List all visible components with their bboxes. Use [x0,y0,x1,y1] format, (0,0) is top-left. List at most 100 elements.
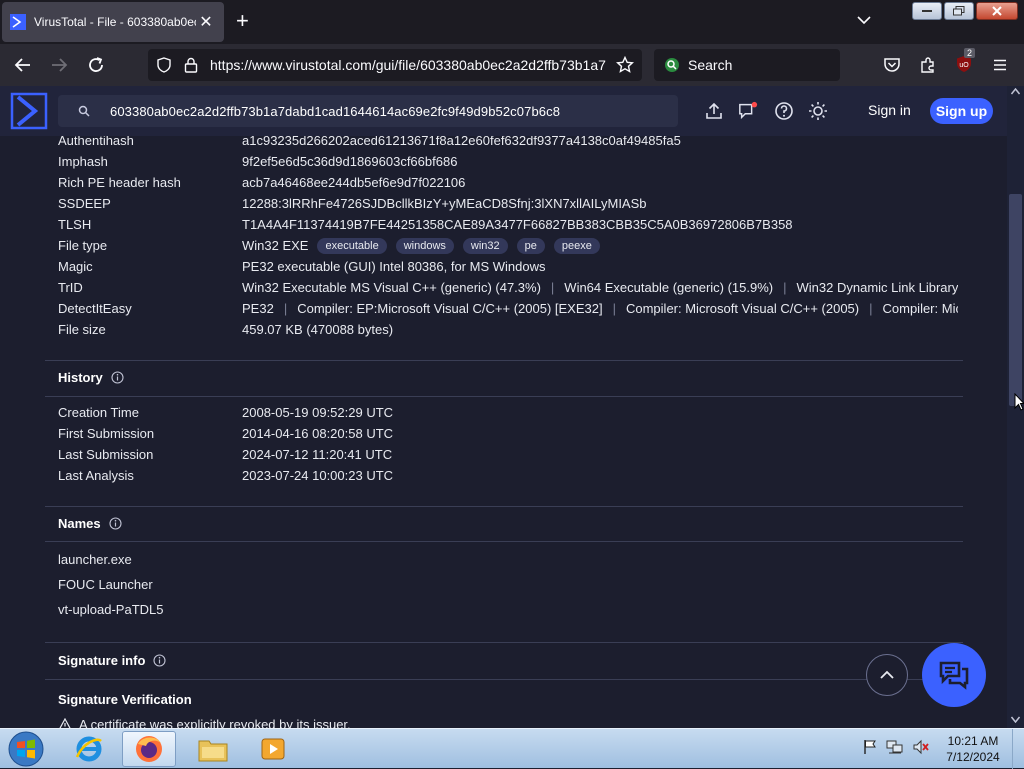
section-divider [45,360,963,361]
scroll-up-arrow-icon[interactable] [1011,88,1020,95]
taskbar-media-player[interactable] [246,731,300,767]
file-type-tag[interactable]: pe [516,237,545,254]
upload-icon[interactable] [704,101,724,121]
close-icon [992,6,1002,16]
history-row-last-submission: Last Submission 2024-07-12 11:20:41 UTC [58,444,958,465]
detail-key: File size [58,322,106,337]
names-title: Names [58,516,101,531]
scroll-to-top-button[interactable] [866,654,908,696]
site-info-shield-icon[interactable] [156,57,172,73]
action-center-flag-icon[interactable] [862,739,878,755]
minimize-button[interactable] [912,2,942,20]
die-value: Compiler: EP:Microsoft Visual C/C++ (200… [297,301,603,316]
bookmark-star-icon[interactable] [616,56,634,74]
restore-button[interactable] [944,2,974,20]
file-type-value: Win32 EXE [242,238,309,253]
reload-icon[interactable] [87,56,105,74]
name-item: vt-upload-PaTDL5 [58,602,164,617]
system-tray [862,739,930,755]
detail-row-trid: TrID Win32 Executable MS Visual C++ (gen… [58,277,958,298]
show-desktop-button[interactable] [1012,729,1024,769]
separator: | [550,280,555,295]
windows-start-icon[interactable] [6,731,46,767]
section-divider [45,541,963,542]
browser-tab-virustotal[interactable]: VirusTotal - File - 603380ab0ec2a ✕ [2,2,224,42]
trid-value: Win32 Executable MS Visual C++ (generic)… [242,280,541,295]
taskbar-clock[interactable]: 10:21 AM 7/12/2024 [940,733,1006,765]
detail-value: Win32 EXE executable windows win32 pe pe… [242,237,600,254]
section-divider [45,506,963,507]
url-bar[interactable]: https://www.virustotal.com/gui/file/6033… [148,49,642,81]
detail-key: SSDEEP [58,196,111,211]
die-value: Compiler: Microsoft Visual C/C++ (2005) [625,301,860,316]
detail-value: PE32 executable (GUI) Intel 80386, for M… [242,259,546,274]
chevron-up-icon [880,670,894,679]
lock-icon[interactable] [184,57,198,73]
names-section-title: Names [58,516,122,531]
search-icon [78,105,90,117]
scroll-down-arrow-icon[interactable] [1011,716,1020,723]
hamburger-menu-icon[interactable] [991,56,1009,74]
detail-value: a1c93235d266202aced61213671f8a12e60fef63… [242,136,681,148]
pocket-icon[interactable] [883,56,901,74]
extensions-puzzle-icon[interactable] [919,56,937,74]
chat-notification-icon[interactable] [738,101,758,121]
virustotal-logo-icon[interactable] [10,92,48,130]
chevron-down-icon[interactable] [856,12,872,28]
forward-icon[interactable] [50,56,68,74]
name-item: FOUC Launcher [58,577,153,592]
taskbar-firefox[interactable] [122,731,176,767]
trid-value: Win32 Dynamic Link Library… [796,280,958,295]
chat-bubbles-icon [939,661,969,690]
file-type-tag[interactable]: windows [395,237,454,254]
detail-value: 12288:3lRRhFe4726SJDBcllkBIzY+yMEaCD8Sfn… [242,196,647,211]
detail-value: T1A4A4F11374419B7FE44251358CAE89A3477F66… [242,217,793,232]
taskbar-internet-explorer[interactable] [62,731,116,767]
sign-in-link[interactable]: Sign in [868,102,911,118]
detail-row-file-size: File size 459.07 KB (470088 bytes) [58,319,958,340]
section-divider [45,679,963,680]
clock-time: 10:21 AM [947,734,999,748]
taskbar-file-explorer[interactable] [186,731,240,767]
vt-search-input[interactable]: 603380ab0ec2a2d2ffb73b1a7dabd1cad1644614… [58,95,678,127]
theme-toggle-sun-icon[interactable] [808,101,828,121]
detail-key: DetectItEasy [58,301,132,316]
vt-search-value: 603380ab0ec2a2d2ffb73b1a7dabd1cad1644614… [110,103,561,119]
detail-row-authentihash: Authentihash a1c93235d266202aced61213671… [58,136,958,151]
file-type-tag[interactable]: peexe [553,237,600,254]
search-engine-icon[interactable] [664,57,680,73]
virustotal-header: 603380ab0ec2a2d2ffb73b1a7dabd1cad1644614… [0,86,1024,136]
file-type-tag[interactable]: executable [317,237,387,254]
network-icon[interactable] [886,739,904,755]
scrollbar-thumb[interactable] [1009,194,1022,406]
history-row-last-analysis: Last Analysis 2023-07-24 10:00:23 UTC [58,465,958,486]
browser-tabbar: VirusTotal - File - 603380ab0ec2a ✕ + [0,0,1024,44]
browser-search-bar[interactable]: Search [654,49,840,81]
volume-muted-icon[interactable] [912,739,930,755]
detail-key: TrID [58,280,83,295]
warning-icon [59,718,71,728]
separator: | [783,280,787,295]
minimize-icon [922,10,932,12]
history-row-first-submission: First Submission 2014-04-16 08:20:58 UTC [58,423,958,444]
history-value: 2024-07-12 11:20:41 UTC [242,447,393,462]
signature-section-title: Signature info [58,653,166,668]
info-icon[interactable] [111,371,124,384]
sign-up-button[interactable]: Sign up [930,98,993,124]
info-icon[interactable] [109,517,122,530]
detail-key: Rich PE header hash [58,175,181,190]
ublock-extension-button[interactable]: uO 2 [955,48,976,75]
info-icon[interactable] [153,654,166,667]
file-type-tag[interactable]: win32 [462,237,508,254]
close-window-button[interactable] [976,2,1018,20]
section-divider [45,396,963,397]
new-tab-icon[interactable]: + [236,10,249,32]
history-value: 2008-05-19 09:52:29 UTC [242,405,394,420]
detail-row-ssdeep: SSDEEP 12288:3lRRhFe4726SJDBcllkBIzY+yME… [58,193,958,214]
help-icon[interactable] [774,101,794,121]
tab-close-icon[interactable]: ✕ [196,12,216,32]
back-icon[interactable] [14,56,32,74]
separator: | [612,301,616,316]
chat-support-button[interactable] [922,643,986,707]
media-player-icon [261,738,285,760]
